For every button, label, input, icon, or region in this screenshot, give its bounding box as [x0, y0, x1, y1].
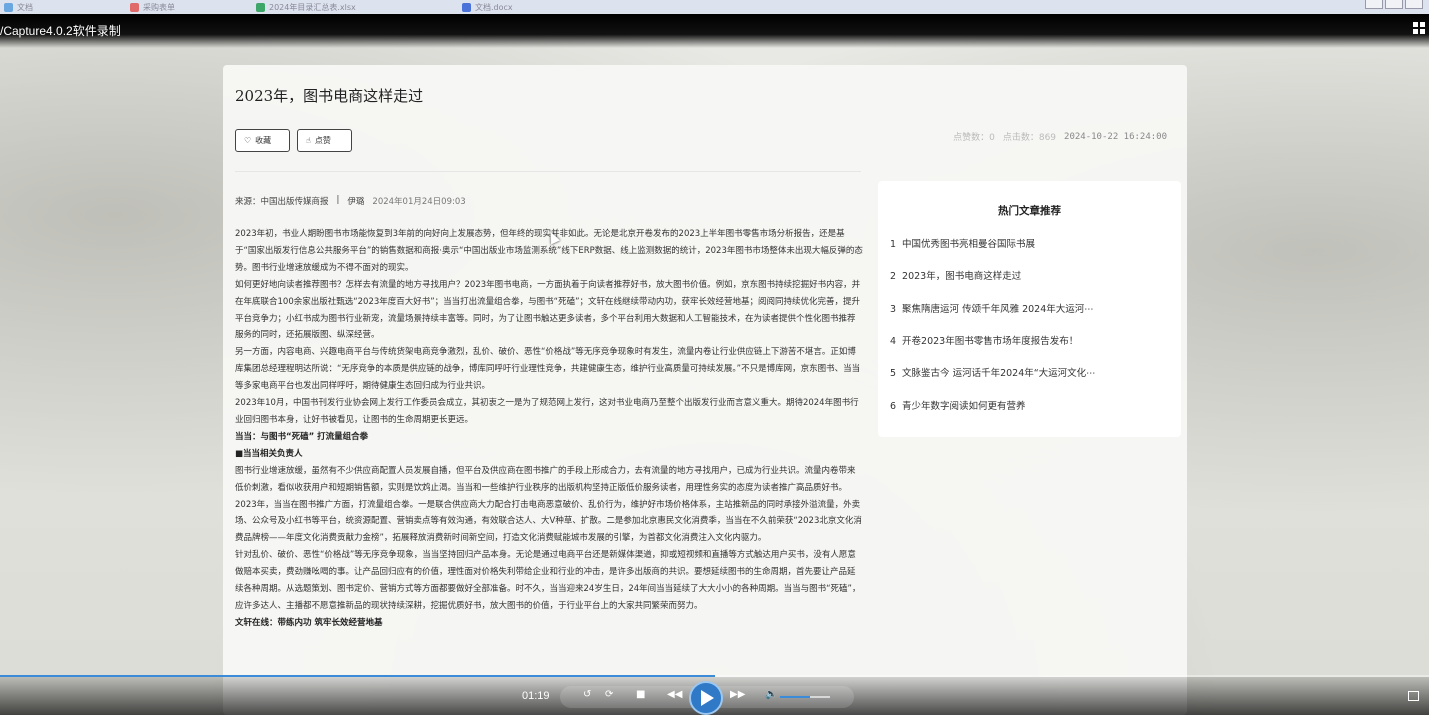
browser-tab[interactable]: 文档: [0, 0, 120, 14]
browser-tab[interactable]: 2024年目录汇总表.xlsx: [252, 0, 452, 14]
maximize-button[interactable]: [1385, 0, 1403, 9]
article-paragraph: 如何更好地向读者推荐图书？怎样去有流量的地方寻找用户？2023年图书电商，一方面…: [235, 279, 861, 341]
hot-articles-panel: 热门文章推荐 1 中国优秀图书亮相曼谷国际书展 2 2023年，图书电商这样走过 3 聚焦…: [878, 181, 1181, 437]
loop-icon[interactable]: ↺: [583, 689, 591, 700]
hot-article-number: 2: [890, 271, 897, 283]
section-heading: ■当当相关负责人: [235, 448, 303, 459]
hot-article-title: 2023年，图书电商这样走过: [902, 271, 1022, 283]
fullscreen-icon[interactable]: [1408, 691, 1419, 701]
likes-count: 点赞数：0: [953, 133, 995, 143]
form-icon: [130, 2, 139, 12]
hot-article-number: 3: [890, 303, 897, 315]
heart-icon: ♡: [244, 136, 252, 145]
section-heading: 当当：与图书“死磕” 打流量组合拳: [235, 431, 369, 442]
section-heading: 文轩在线：带练内功 筑牢长效经营地基: [235, 617, 383, 628]
article-source: 来源：中国出版传媒商报 | 伊璐 2024年01月24日09:03: [235, 195, 466, 207]
word-icon: [462, 2, 471, 12]
rewind-icon[interactable]: ◀◀: [667, 689, 682, 700]
hot-article-link[interactable]: 3 聚焦隋唐运河 传颂千年风雅 2024年大运河⋯: [890, 301, 1170, 315]
grid-icon[interactable]: [1413, 22, 1425, 34]
hot-article-number: 6: [890, 400, 897, 412]
like-button[interactable]: ☝ 点赞: [297, 129, 352, 152]
stop-icon[interactable]: ■: [636, 689, 645, 700]
clicks-count: 点击数：869: [1002, 133, 1057, 143]
play-button[interactable]: [689, 681, 723, 715]
article-card: 2023年，图书电商这样走过 ♡ 收藏 ☝ 点赞 点赞数：0 点击数：869 2…: [223, 65, 1187, 715]
hot-article-link[interactable]: 4 开卷2023年图书零售市场年度报告发布！: [890, 333, 1170, 347]
minimize-button[interactable]: [1365, 0, 1383, 9]
hot-article-title: 文脉鉴古今 运河话千年2024年“大运河文化⋯: [902, 368, 1096, 380]
close-button[interactable]: [1405, 0, 1423, 9]
hot-article-title: 开卷2023年图书零售市场年度报告发布！: [902, 335, 1079, 347]
favorite-button[interactable]: ♡ 收藏: [235, 129, 290, 152]
window-controls: [1365, 0, 1423, 9]
hot-article-number: 1: [890, 239, 897, 250]
refresh-icon[interactable]: ⟳: [605, 689, 613, 700]
excel-icon: [256, 2, 265, 12]
hot-article-link[interactable]: 5 文脉鉴古今 运河话千年2024年“大运河文化⋯: [890, 365, 1170, 379]
volume-fill: [780, 696, 810, 698]
doc-icon: [4, 2, 13, 12]
article-paragraph: 2023年，当当在图书推广方面，打流量组合拳。一是联合供应商大力配合打击电商恶意…: [235, 499, 862, 544]
hot-article-title: 青少年数字阅读如何更有营养: [902, 400, 1026, 412]
hot-article-number: 4: [890, 335, 897, 347]
article-paragraph: 另一方面，内容电商、兴趣电商平台与传统货架电商竞争激烈，乱价、破价、恶性“价格战…: [235, 347, 861, 392]
volume-icon[interactable]: 🔈: [765, 689, 777, 700]
recorder-title: /Capture4.0.2软件录制: [0, 24, 121, 38]
playback-time: 01:19: [522, 690, 550, 702]
article-body: 2023年初，书业人期盼图书市场能恢复到3年前的向好向上发展态势，但年终的现实并…: [235, 226, 863, 632]
divider: [235, 171, 861, 172]
source-time: 2024年01月24日09:03: [372, 197, 466, 207]
article-paragraph: 2023年10月，中国书刊发行业协会网上发行工作委员会成立，其初衷之一是为了规范…: [235, 398, 859, 425]
hot-article-title: 聚焦隋唐运河 传颂千年风雅 2024年大运河⋯: [902, 303, 1094, 315]
author: 伊璐: [347, 197, 365, 207]
article-paragraph: 图书行业增速放缓，虽然有不少供应商配置人员发展自播，但平台及供应商在图书推广的手…: [235, 465, 856, 493]
browser-tab[interactable]: 文档.docx: [458, 0, 658, 14]
hot-article-link[interactable]: 1 中国优秀图书亮相曼谷国际书展: [890, 236, 1170, 250]
thumbs-up-icon: ☝: [306, 136, 311, 145]
article-title: 2023年，图书电商这样走过: [235, 87, 424, 105]
browser-tab-strip: 文档 采购表单 2024年目录汇总表.xlsx 文档.docx: [0, 0, 1429, 14]
hot-article-number: 5: [890, 368, 897, 380]
play-icon: [701, 690, 714, 706]
fast-forward-icon[interactable]: ▶▶: [730, 689, 745, 700]
browser-tab[interactable]: 采购表单: [126, 0, 246, 14]
hot-articles-title: 热门文章推荐: [998, 205, 1061, 217]
hot-article-link[interactable]: 2 2023年，图书电商这样走过: [890, 268, 1170, 282]
hot-article-title: 中国优秀图书亮相曼谷国际书展: [902, 239, 1036, 250]
article-paragraph: 针对乱价、破价、恶性“价格战”等无序竞争现象，当当坚持回归产品本身。无论是通过电…: [235, 550, 861, 611]
article-stats: 点赞数：0 点击数：869 2024-10-22 16:24:00: [953, 130, 1167, 144]
recorder-title-bar: [0, 14, 1429, 48]
publish-time: 2024-10-22 16:24:00: [1064, 131, 1167, 142]
hot-article-link[interactable]: 6 青少年数字阅读如何更有营养: [890, 398, 1170, 412]
volume-slider[interactable]: [780, 696, 830, 698]
